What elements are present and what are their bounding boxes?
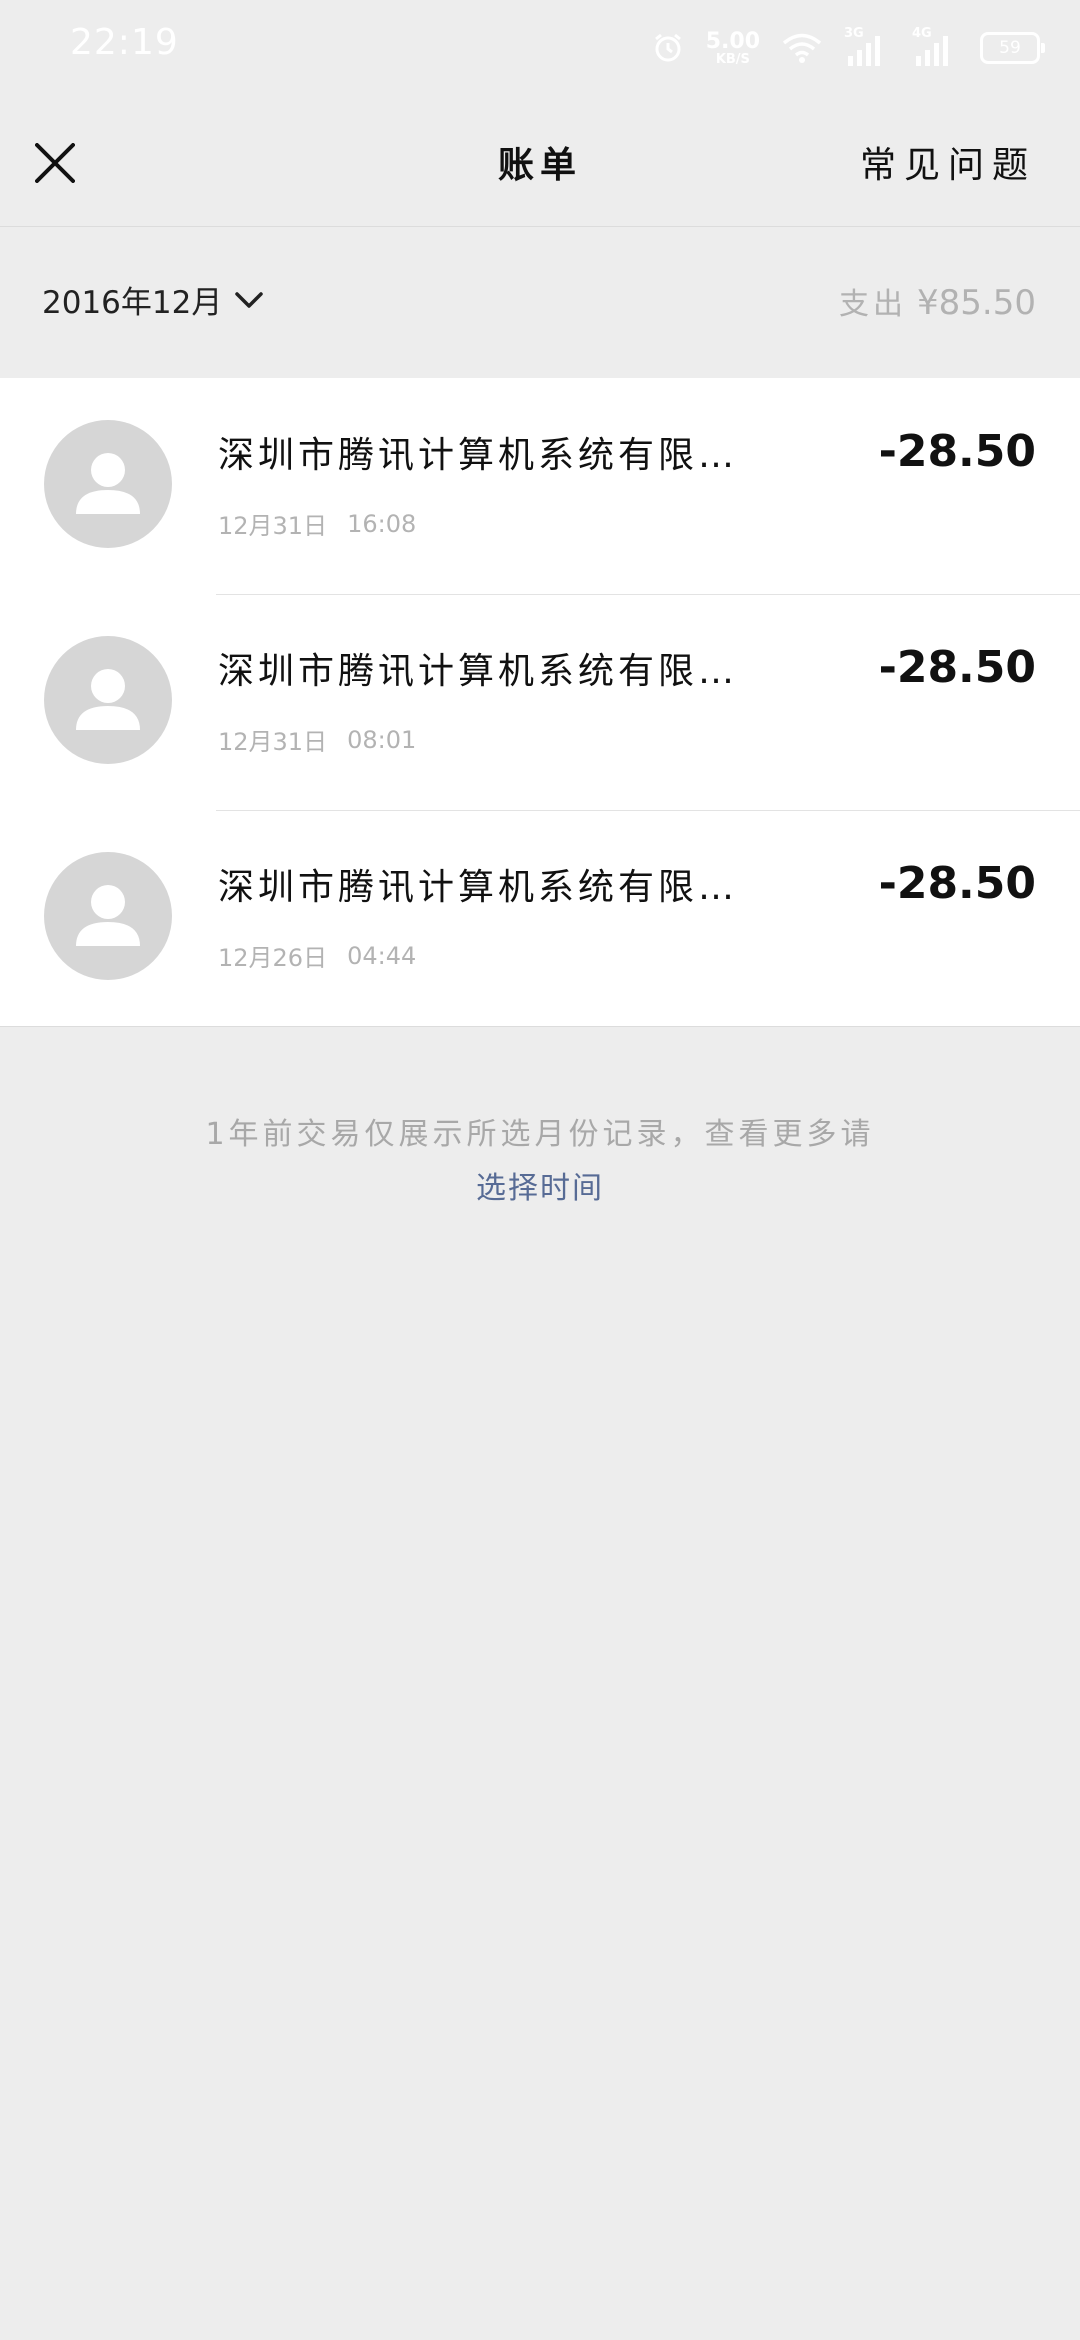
- transaction-time: 16:08: [347, 509, 417, 538]
- transaction-date: 12月26日: [218, 944, 328, 972]
- transaction-date: 12月31日: [218, 512, 328, 540]
- avatar: [44, 420, 172, 548]
- battery-level: 59: [999, 38, 1021, 58]
- merchant-name: 深圳市腾讯计算机系统有限…: [218, 435, 739, 476]
- transaction-datetime: 12月26日 04:44: [218, 938, 416, 973]
- alarm-icon: [654, 33, 681, 62]
- transaction-time: 04:44: [347, 941, 417, 970]
- default-avatar-icon: [76, 669, 140, 730]
- net-speed-unit: KB/S: [715, 51, 750, 67]
- transaction-datetime: 12月31日 16:08: [218, 506, 416, 541]
- list-item[interactable]: 深圳市腾讯计算机系统有限… 12月31日 08:01 -28.50: [0, 594, 1080, 810]
- history-note: 1年前交易仅展示所选月份记录，查看更多请 选择时间: [0, 1108, 1080, 1216]
- history-note-text: 1年前交易仅展示所选月份记录，查看更多请: [205, 1117, 875, 1152]
- wifi-icon: [782, 33, 822, 63]
- expense-summary: 支出 ¥85.50: [839, 279, 1036, 323]
- list-item[interactable]: 深圳市腾讯计算机系统有限… 12月26日 04:44 -28.50: [0, 810, 1080, 1026]
- chevron-down-icon: [235, 291, 264, 308]
- net-speed: 5.00 KB/S: [705, 28, 760, 67]
- transaction-time: 08:01: [347, 725, 417, 754]
- merchant-name: 深圳市腾讯计算机系统有限…: [218, 651, 739, 692]
- transaction-amount: -28.50: [878, 642, 1036, 693]
- expense-label: 支出: [839, 287, 908, 322]
- merchant-name: 深圳市腾讯计算机系统有限…: [218, 867, 739, 908]
- transaction-list: 深圳市腾讯计算机系统有限… 12月31日 16:08 -28.50 深圳市腾讯计…: [0, 378, 1080, 1027]
- faq-link[interactable]: 常见问题: [860, 136, 1036, 188]
- transaction-amount: -28.50: [878, 426, 1036, 477]
- default-avatar-icon: [76, 453, 140, 514]
- avatar: [44, 636, 172, 764]
- month-bar: 2016年12月 支出 ¥85.50: [0, 227, 1080, 378]
- default-avatar-icon: [76, 885, 140, 946]
- transaction-amount: -28.50: [878, 858, 1036, 909]
- transaction-datetime: 12月31日 08:01: [218, 722, 416, 757]
- avatar: [44, 852, 172, 980]
- month-label: 2016年12月: [42, 285, 223, 321]
- select-time-link[interactable]: 选择时间: [0, 1162, 1080, 1216]
- status-bar: 22:19 5.00 KB/S 3G 4G 59: [0, 0, 1080, 96]
- status-time: 22:19: [70, 22, 179, 63]
- month-selector[interactable]: 2016年12月: [42, 277, 264, 322]
- expense-amount: ¥85.50: [917, 283, 1036, 323]
- battery-icon: 59: [980, 32, 1045, 64]
- signal-4g: 4G: [912, 26, 958, 66]
- signal-icon: [848, 36, 880, 66]
- header: 账单 常见问题: [0, 96, 1080, 227]
- status-icons: 5.00 KB/S 3G 4G 59: [652, 26, 1045, 70]
- transaction-date: 12月31日: [218, 728, 328, 756]
- signal-3g: 3G: [844, 26, 890, 66]
- net-speed-value: 5.00: [705, 28, 760, 54]
- signal-icon: [916, 36, 948, 66]
- list-item[interactable]: 深圳市腾讯计算机系统有限… 12月31日 16:08 -28.50: [0, 378, 1080, 594]
